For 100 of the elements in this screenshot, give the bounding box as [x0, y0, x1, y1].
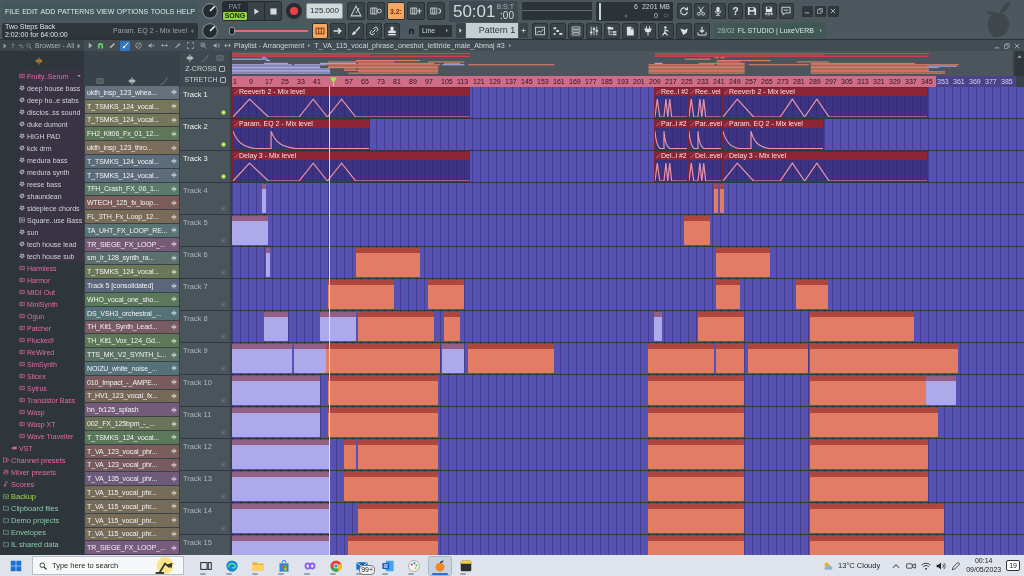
play-button[interactable] — [248, 2, 264, 20]
minimize-button[interactable] — [802, 5, 813, 17]
ring-icon[interactable] — [221, 238, 226, 243]
status-dot-icon[interactable] — [221, 142, 226, 147]
audio-clip[interactable] — [720, 184, 724, 213]
left-right-arrows-icon[interactable] — [224, 42, 231, 49]
audio-clip[interactable] — [716, 248, 770, 277]
person-button[interactable] — [658, 22, 675, 39]
help-button[interactable]: ? — [728, 3, 743, 19]
audio-clip[interactable] — [328, 280, 394, 309]
audio-clip[interactable] — [810, 504, 944, 533]
audio-clip[interactable] — [358, 440, 438, 469]
audio-clip[interactable] — [810, 312, 914, 341]
ring-icon[interactable] — [221, 526, 226, 531]
muted-speaker-button[interactable] — [146, 40, 156, 51]
up-arrow-icon[interactable] — [10, 42, 16, 49]
close-button[interactable] — [828, 5, 839, 17]
audio-clip[interactable] — [266, 248, 270, 277]
audio-clip[interactable] — [810, 344, 958, 373]
caret-right-icon[interactable] — [2, 42, 8, 49]
audio-clip[interactable] — [262, 184, 266, 213]
add-pattern-button[interactable] — [519, 23, 529, 38]
curve-icon[interactable] — [201, 54, 209, 63]
pattern-menu-button[interactable] — [456, 23, 466, 38]
faders-button[interactable] — [586, 22, 603, 39]
zoom-button[interactable] — [198, 40, 208, 51]
audio-clip[interactable] — [444, 312, 460, 341]
ring-icon[interactable] — [221, 334, 226, 339]
keys-plus-button[interactable] — [406, 2, 425, 20]
wifi-icon[interactable] — [921, 560, 932, 571]
audio-clip[interactable] — [926, 376, 956, 405]
document-button[interactable] — [622, 22, 639, 39]
speaker-button[interactable] — [211, 40, 221, 51]
audio-clip[interactable] — [328, 376, 438, 405]
audio-clip[interactable] — [468, 344, 554, 373]
audio-clip[interactable] — [264, 312, 288, 341]
cloud-sun-icon[interactable] — [822, 560, 833, 571]
audio-clip[interactable] — [356, 248, 420, 277]
track-lane[interactable] — [232, 407, 1024, 438]
audio-clip[interactable] — [648, 440, 744, 469]
pattern-selector[interactable]: Pattern 1 — [466, 23, 519, 38]
ring-icon[interactable] — [221, 270, 226, 275]
search-icon[interactable] — [26, 42, 32, 49]
track-lane[interactable] — [232, 247, 1024, 278]
pencil-button[interactable] — [107, 40, 117, 51]
audio-clip[interactable] — [810, 408, 938, 437]
brush-button[interactable] — [120, 40, 130, 51]
rack-button[interactable] — [568, 22, 585, 39]
track-lane[interactable] — [232, 439, 1024, 470]
restore-button[interactable] — [815, 5, 826, 17]
record-icon[interactable] — [286, 3, 302, 19]
scissors-button[interactable] — [694, 3, 709, 19]
ring-icon[interactable] — [221, 494, 226, 499]
audio-clip[interactable] — [648, 344, 714, 373]
floppy-disk-button[interactable] — [745, 3, 760, 19]
stamp-button[interactable] — [384, 22, 400, 39]
track-lane[interactable] — [232, 503, 1024, 534]
audio-clip[interactable] — [232, 216, 268, 245]
audio-clip[interactable] — [232, 376, 320, 405]
audio-clip[interactable] — [442, 344, 464, 373]
folder-tree-button[interactable] — [604, 22, 621, 39]
floppy-arrows-button[interactable] — [762, 3, 777, 19]
download-button[interactable] — [694, 22, 711, 39]
microphone-button[interactable] — [711, 3, 726, 19]
restore-button[interactable] — [1003, 41, 1011, 50]
track-lane[interactable] — [232, 375, 1024, 406]
arrow-right-button[interactable] — [330, 22, 346, 39]
audio-clip[interactable] — [232, 344, 292, 373]
audio-clip[interactable] — [232, 504, 330, 533]
fruit-app-button[interactable] — [428, 555, 452, 576]
caret-down-icon[interactable] — [77, 74, 81, 78]
audio-clip[interactable] — [648, 376, 744, 405]
status-dot-icon[interactable] — [221, 110, 226, 115]
audio-clip[interactable] — [328, 408, 438, 437]
overview-minimap-drawing[interactable] — [232, 51, 1013, 76]
tempo-display[interactable]: 125.000 — [306, 3, 343, 19]
ring-icon[interactable] — [221, 398, 226, 403]
audio-clip[interactable] — [654, 312, 662, 341]
track-lane[interactable] — [232, 279, 1024, 310]
audio-clip[interactable] — [810, 472, 928, 501]
ring-icon[interactable] — [221, 366, 226, 371]
audio-clip[interactable] — [810, 376, 926, 405]
track-lane[interactable] — [232, 183, 1024, 214]
cross-bars-icon[interactable] — [35, 56, 43, 65]
slider-thumb[interactable] — [229, 26, 236, 35]
audio-clip[interactable] — [344, 472, 438, 501]
audio-clip[interactable] — [684, 216, 710, 245]
audio-clip[interactable] — [320, 312, 356, 341]
magnet-icon[interactable] — [97, 42, 104, 49]
audio-clip[interactable] — [714, 184, 718, 213]
line-chart-button[interactable] — [532, 22, 549, 39]
checkbox[interactable] — [219, 76, 226, 83]
audio-clip[interactable] — [796, 280, 828, 309]
cross-bars-button[interactable] — [126, 76, 138, 85]
audio-clip[interactable] — [810, 440, 928, 469]
plug-button[interactable] — [640, 22, 657, 39]
magnet-icon[interactable] — [408, 26, 415, 35]
steps-button[interactable] — [550, 22, 567, 39]
audio-clip[interactable] — [344, 440, 356, 469]
camera-icon[interactable] — [906, 560, 917, 571]
